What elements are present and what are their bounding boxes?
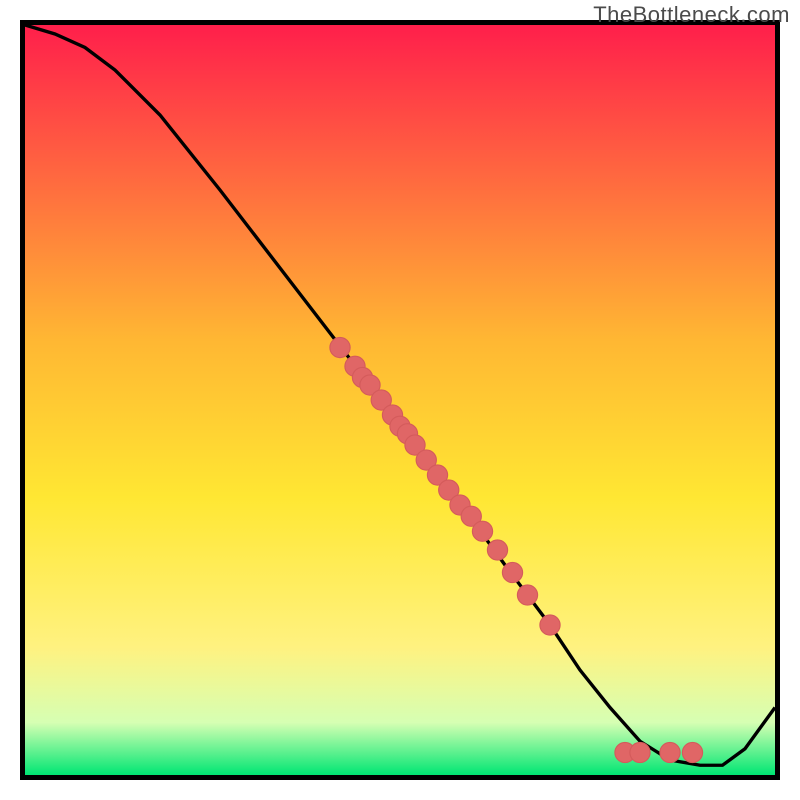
plot-area <box>20 20 780 780</box>
data-point <box>502 562 522 582</box>
data-point <box>682 742 702 762</box>
plot-svg <box>25 25 775 775</box>
data-point <box>517 585 537 605</box>
data-point <box>330 337 350 357</box>
data-point <box>630 742 650 762</box>
data-point <box>540 615 560 635</box>
data-point <box>660 742 680 762</box>
bottleneck-curve <box>25 25 775 765</box>
data-point <box>487 540 507 560</box>
watermark-text: TheBottleneck.com <box>593 2 790 28</box>
data-points-group <box>330 337 703 762</box>
data-point <box>472 521 492 541</box>
chart-frame: TheBottleneck.com <box>0 0 800 800</box>
